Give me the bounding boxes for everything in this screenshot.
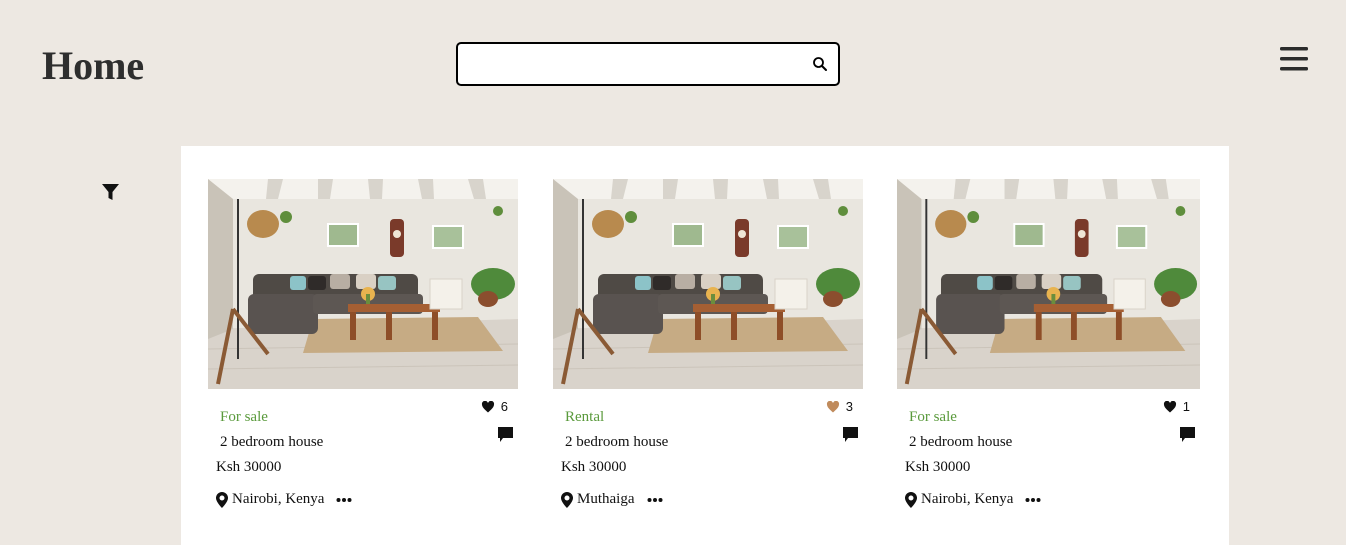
likes: 3 <box>826 399 853 414</box>
map-pin-icon <box>216 492 228 508</box>
likes: 1 <box>1163 399 1190 414</box>
heart-icon[interactable] <box>481 401 495 413</box>
map-pin-icon <box>561 492 573 508</box>
like-count: 1 <box>1182 399 1190 414</box>
listing-price: Ksh 30000 <box>905 459 971 475</box>
listings-panel: 6 For sale 2 bedroom house Ksh 30000 Nai… <box>181 146 1229 545</box>
comment-icon[interactable] <box>842 426 859 443</box>
listing-price: Ksh 30000 <box>561 459 627 475</box>
filter-icon[interactable] <box>101 183 120 202</box>
listing-image[interactable] <box>553 179 863 389</box>
listing-status: For sale <box>909 409 957 425</box>
listing-image[interactable] <box>208 179 518 389</box>
heart-icon[interactable] <box>826 401 840 413</box>
search-box <box>456 42 840 86</box>
listing-card[interactable]: 3 Rental 2 bedroom house Ksh 30000 Mutha… <box>553 179 863 529</box>
listing-card[interactable]: 6 For sale 2 bedroom house Ksh 30000 Nai… <box>208 179 518 529</box>
listing-location: Nairobi, Kenya <box>905 491 1041 508</box>
listing-location: Nairobi, Kenya <box>216 491 352 508</box>
comment-icon[interactable] <box>1179 426 1196 443</box>
location-text: Nairobi, Kenya <box>232 491 325 507</box>
like-count: 3 <box>845 399 853 414</box>
like-count: 6 <box>500 399 508 414</box>
listing-image[interactable] <box>897 179 1200 389</box>
listing-card[interactable]: 1 For sale 2 bedroom house Ksh 30000 Nai… <box>897 179 1200 529</box>
listing-status: Rental <box>565 409 605 425</box>
listing-title: 2 bedroom house <box>565 434 669 450</box>
comment-icon[interactable] <box>497 426 514 443</box>
listing-status: For sale <box>220 409 268 425</box>
listing-price: Ksh 30000 <box>216 459 282 475</box>
map-pin-icon <box>905 492 917 508</box>
location-text: Nairobi, Kenya <box>921 491 1014 507</box>
more-icon[interactable] <box>647 497 663 503</box>
location-text: Muthaiga <box>577 491 635 507</box>
likes: 6 <box>481 399 508 414</box>
menu-icon[interactable] <box>1279 44 1309 74</box>
search-input[interactable] <box>458 44 818 84</box>
listing-location: Muthaiga <box>561 491 663 508</box>
page-title: Home <box>42 43 145 88</box>
more-icon[interactable] <box>1025 497 1041 503</box>
more-icon[interactable] <box>336 497 352 503</box>
search-icon[interactable] <box>812 56 828 72</box>
heart-icon[interactable] <box>1163 401 1177 413</box>
listing-title: 2 bedroom house <box>909 434 1013 450</box>
listing-title: 2 bedroom house <box>220 434 324 450</box>
